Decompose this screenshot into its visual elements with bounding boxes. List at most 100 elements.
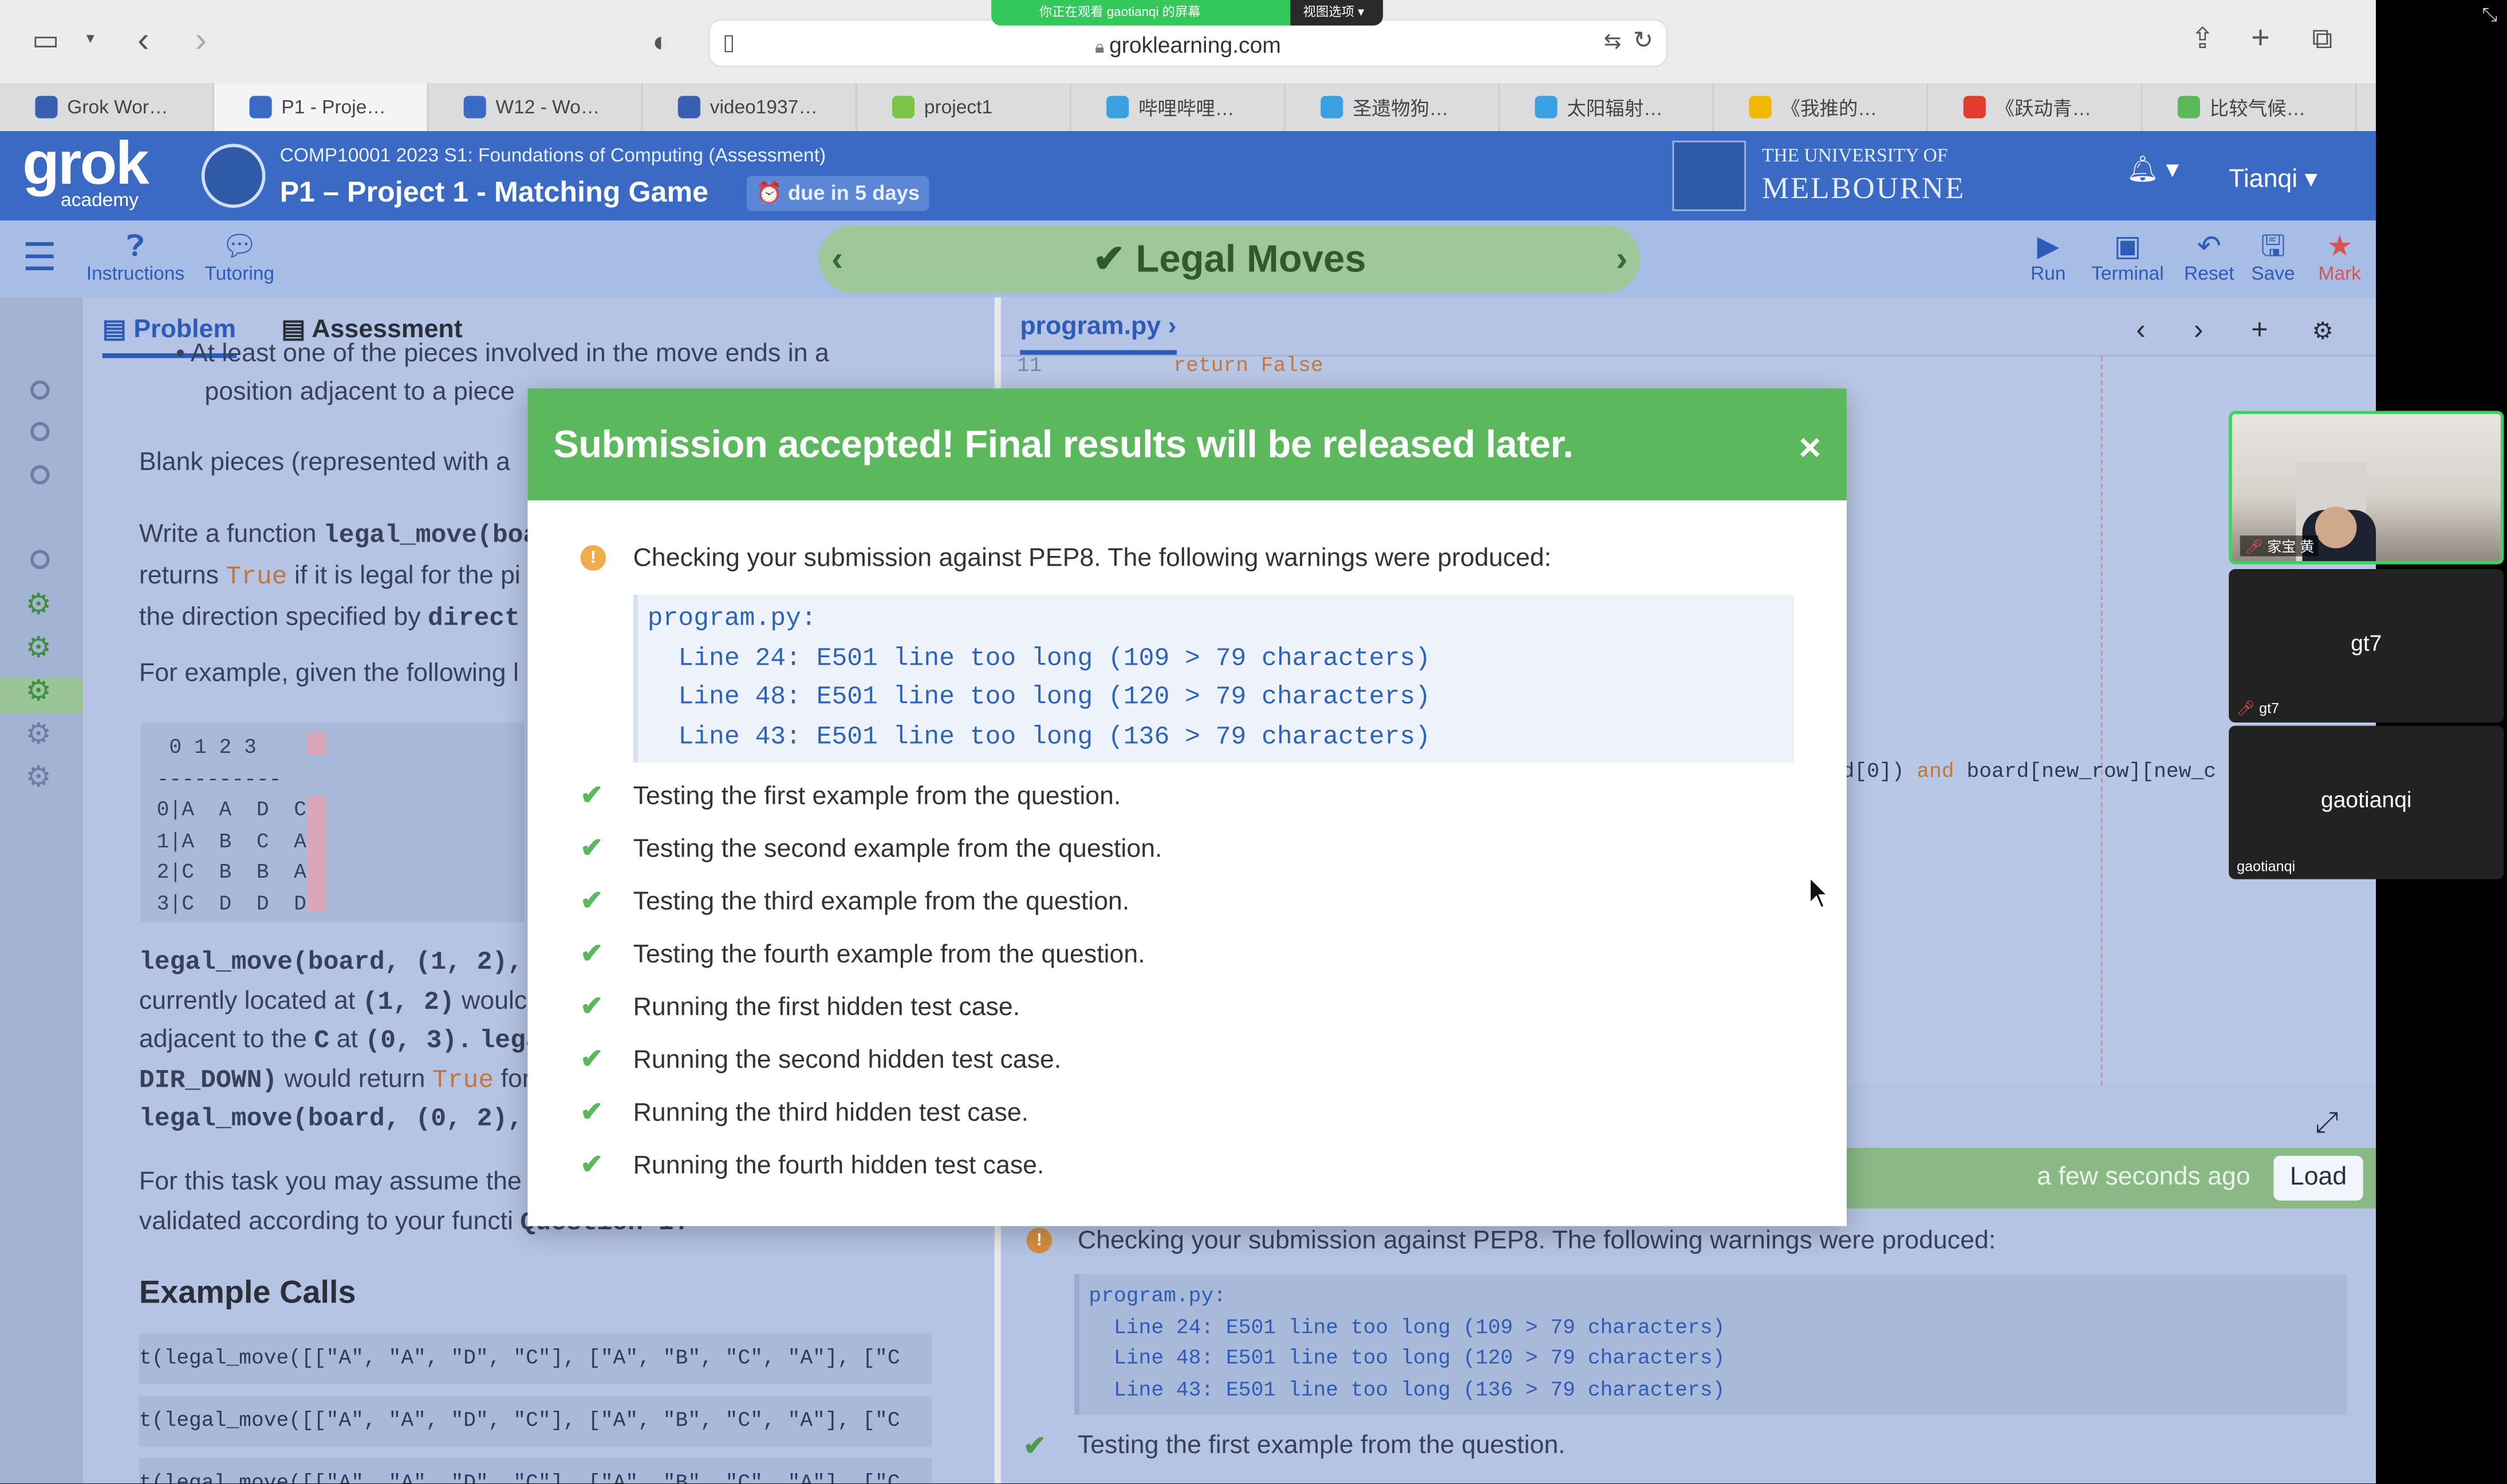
highlight-column xyxy=(307,796,326,911)
close-button[interactable]: × xyxy=(1799,429,1821,468)
clock-icon: ⏰ xyxy=(756,180,788,205)
browser-tab[interactable]: video1937… xyxy=(642,83,857,131)
browser-tab[interactable]: P1 - Proje… xyxy=(214,83,429,131)
check-icon: ✔ xyxy=(580,1044,604,1075)
save-button[interactable]: 🖫 Save xyxy=(2251,230,2295,285)
gear-icon[interactable]: ⚙ xyxy=(26,718,52,752)
screen-share-banner: 你正在观看 gaotianqi 的屏幕 视图选项 ▾ xyxy=(991,0,1383,26)
new-tab-icon[interactable]: + xyxy=(2251,22,2270,54)
tab-overview-icon[interactable]: ⧉ xyxy=(2312,24,2332,53)
browser-tab[interactable]: 《跃动青… xyxy=(1928,83,2143,131)
tab-label: Grok Wor… xyxy=(67,96,168,119)
share-options-button[interactable]: 视图选项 ▾ xyxy=(1290,0,1383,26)
tutoring-button[interactable]: 💬︎ Tutoring xyxy=(204,230,274,285)
paragraph: For example, given the following l xyxy=(139,660,519,688)
slide-navigator: ‹ ✔ Legal Moves › xyxy=(818,225,1641,293)
tab-label: W12 - Wo… xyxy=(495,96,600,119)
step-dot[interactable] xyxy=(30,380,50,400)
translate-icon[interactable]: ⇆ xyxy=(1604,30,1621,51)
favicon-icon xyxy=(1749,96,1772,119)
test-result: Testing the fourth example from the ques… xyxy=(633,941,1145,969)
instructions-button[interactable]: ❓︎ Instructions xyxy=(86,230,184,285)
check-icon: ✔ xyxy=(1093,238,1136,282)
browser-tab[interactable]: Grok Wor… xyxy=(0,83,215,131)
participant-video[interactable]: 🎤︎ 家宝 黄 xyxy=(2229,411,2504,565)
add-file-icon[interactable]: + xyxy=(2251,313,2268,347)
check-icon: ✔ xyxy=(580,780,604,811)
reset-button[interactable]: ↶ Reset xyxy=(2184,230,2234,285)
sidebar-toggle-icon[interactable]: ▭ xyxy=(32,26,60,54)
submission-time: a few seconds ago xyxy=(2037,1163,2250,1191)
terminal-icon: ▣ xyxy=(2114,230,2142,262)
reload-icon[interactable]: ↻ xyxy=(1633,29,1653,53)
tab-bar: Grok Wor… P1 - Proje… W12 - Wo… video1937… p… xyxy=(0,83,2376,131)
highlight-cell xyxy=(307,732,326,755)
load-button[interactable]: Load xyxy=(2273,1155,2363,1201)
modal-header: Submission accepted! Final results will … xyxy=(527,388,1847,500)
share-icon[interactable]: ⇪ xyxy=(2190,24,2214,53)
grok-header: grok academy COMP10001 2023 S1: Foundati… xyxy=(0,131,2376,221)
document-icon: ▤ xyxy=(102,316,134,344)
chat-icon: 💬︎ xyxy=(221,230,258,262)
file-tab[interactable]: program.py › xyxy=(1020,313,1177,355)
settings-gear-icon[interactable]: ⚙ xyxy=(2312,317,2333,345)
mic-muted-icon: 🎤︎ xyxy=(2245,538,2264,555)
warning-icon: ! xyxy=(580,545,606,571)
slide-title: ✔ Legal Moves xyxy=(1093,238,1366,282)
test-result: Running the second hidden test case. xyxy=(633,1047,1062,1075)
example-call: t(legal_move([["A", "A", "D", "C"], ["A"… xyxy=(139,1333,932,1384)
terminal-button[interactable]: ▣ Terminal xyxy=(2091,230,2164,285)
shield-icon[interactable]: ◐ xyxy=(652,27,669,56)
favicon-icon xyxy=(677,96,700,119)
browser-tab[interactable]: project1 xyxy=(857,83,1071,131)
browser-tab[interactable]: 哔哩哔哩… xyxy=(1071,83,1286,131)
step-dot[interactable] xyxy=(30,422,50,441)
gear-icon[interactable]: ⚙ xyxy=(26,761,52,795)
browser-tab[interactable]: W12 - Wo… xyxy=(428,83,643,131)
grid-line: 0 1 2 3 xyxy=(156,735,257,760)
step-dot[interactable] xyxy=(30,550,50,569)
forward-icon[interactable]: › xyxy=(195,22,207,57)
example-calls-list: t(legal_move([["A", "A", "D", "C"], ["A"… xyxy=(139,1333,932,1484)
pep8-summary: Checking your submission against PEP8. T… xyxy=(633,545,1551,573)
browser-tab[interactable]: 圣遗物狗… xyxy=(1286,83,1500,131)
participant-tile[interactable]: gt7 🎤︎ gt7 xyxy=(2229,569,2504,723)
step-dot[interactable] xyxy=(30,465,50,485)
browser-tab[interactable]: 太阳辐射… xyxy=(1500,83,1714,131)
expand-icon[interactable]: ⤢ xyxy=(2315,1106,2338,1140)
address-bar[interactable]: ▯ 🔒︎ groklearning.com ⇆ ↻ xyxy=(708,19,1668,68)
line-length-guide xyxy=(2100,356,2103,1086)
gear-complete-icon[interactable]: ⚙ xyxy=(26,674,52,708)
participant-tag: 🎤︎ gt7 xyxy=(2237,700,2280,716)
collapse-icon[interactable]: ⤡ xyxy=(2482,3,2497,27)
participant-tile[interactable]: gaotianqi gaotianqi xyxy=(2229,725,2504,879)
tab-label: 《跃动青… xyxy=(1995,96,2092,120)
chevron-down-icon[interactable]: ▾ xyxy=(86,31,94,48)
next-file-icon[interactable]: › xyxy=(2194,313,2204,347)
run-button[interactable]: ▶ Run xyxy=(2031,230,2065,285)
grok-logo[interactable]: grok academy xyxy=(22,135,149,211)
favicon-icon xyxy=(463,96,486,119)
gear-complete-icon[interactable]: ⚙ xyxy=(26,588,52,622)
favicon-icon xyxy=(2177,96,2200,119)
grid-line: 2|C B B A xyxy=(156,860,307,885)
browser-tab[interactable]: 《我推的… xyxy=(1714,83,1929,131)
prev-file-icon[interactable]: ‹ xyxy=(2136,313,2146,347)
tab-label: video1937… xyxy=(709,96,818,119)
gear-complete-icon[interactable]: ⚙ xyxy=(26,632,52,665)
outline-menu-icon[interactable]: ☰ xyxy=(22,239,57,278)
university-name-top: THE UNIVERSITY OF xyxy=(1761,144,1948,167)
submission-modal: Submission accepted! Final results will … xyxy=(527,388,1847,1226)
favicon-icon xyxy=(1320,96,1343,119)
user-menu[interactable]: Tianqi ▾ xyxy=(2229,163,2317,195)
browser-tab[interactable]: 比较气候… xyxy=(2142,83,2357,131)
mark-button[interactable]: ★ Mark xyxy=(2319,230,2361,285)
mouse-cursor-icon xyxy=(1809,876,1830,909)
notification-bell-icon[interactable]: 🔔︎ ▾ xyxy=(2126,153,2179,186)
tab-label: 比较气候… xyxy=(2209,96,2306,120)
back-icon[interactable]: ‹ xyxy=(137,22,149,57)
section-heading: Example Calls xyxy=(139,1276,356,1311)
favicon-icon xyxy=(249,96,272,119)
next-slide-icon[interactable]: › xyxy=(1616,238,1627,280)
question-icon: ❓︎ xyxy=(127,230,144,262)
